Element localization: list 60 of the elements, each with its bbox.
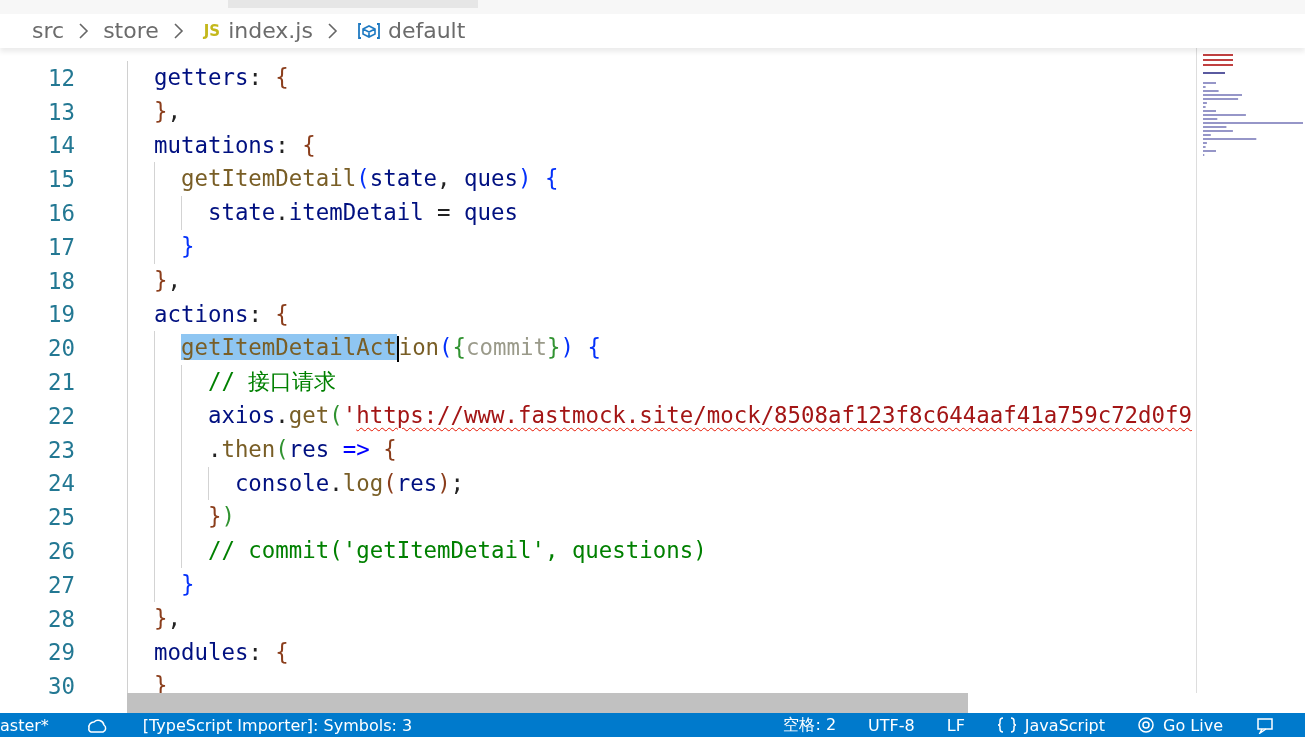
js-file-icon: JS	[203, 22, 221, 40]
broadcast-icon	[1137, 716, 1156, 734]
line-number: 27	[47, 571, 75, 598]
line-number: 17	[47, 233, 75, 260]
breadcrumb-item[interactable]: store	[103, 17, 159, 45]
code-line: }	[127, 230, 195, 264]
feedback-icon	[1255, 716, 1275, 734]
code-line: getItemDetail(state, ques) {	[127, 162, 559, 197]
line-number: 19	[47, 301, 75, 328]
status-item[interactable]: JavaScript	[1024, 715, 1106, 735]
chevron-icon	[326, 22, 338, 40]
line-number: 13	[47, 98, 75, 125]
error-text: https://www.fastmock.site/mock/8508af123f8c644aaf41a759c72d0f9	[356, 401, 1192, 428]
status-item[interactable]: UTF-8	[868, 715, 915, 735]
text-cursor	[396, 335, 399, 362]
code-line: }	[127, 567, 195, 602]
line-number: 23	[47, 436, 75, 463]
breadcrumb-item[interactable]: src	[32, 17, 65, 45]
status-item[interactable]: aster*	[0, 715, 49, 735]
code-line: modules: {	[127, 635, 289, 670]
line-number: 12	[47, 64, 75, 91]
code-line: mutations: {	[127, 128, 316, 163]
line-number: 15	[47, 166, 75, 193]
code-line: getItemDetailAct ion({commit}) {	[127, 331, 601, 366]
line-number: 22	[47, 402, 75, 429]
status-item[interactable]: Go Live	[1163, 715, 1223, 735]
line-number: 16	[47, 200, 75, 227]
code-line: },	[127, 601, 181, 636]
code-line: // commit('getItemDetail', questions)	[127, 534, 707, 568]
breadcrumb-item[interactable]: index.js	[228, 17, 313, 45]
status-item[interactable]: [TypeScript Importer]: Symbols: 3	[142, 715, 413, 735]
code-line: })	[127, 500, 235, 535]
line-number: 20	[47, 335, 75, 362]
line-number: 26	[47, 538, 75, 565]
code-line: },	[127, 263, 181, 298]
code-line: // 接口请求	[127, 365, 337, 399]
line-number: 30	[47, 673, 75, 700]
code-line: actions: {	[127, 297, 289, 332]
chevron-icon	[78, 22, 90, 40]
code-line: console.log(res);	[127, 466, 465, 501]
line-number: 28	[47, 605, 75, 632]
breadcrumb-item[interactable]: default	[387, 17, 466, 45]
line-number: 18	[47, 267, 75, 294]
line-number: 24	[47, 470, 75, 497]
status-item[interactable]: LF	[946, 715, 965, 735]
chevron-icon	[172, 22, 184, 40]
code-line: getters: {	[127, 61, 289, 95]
line-number: 29	[47, 639, 75, 666]
code-line: .then(res => {	[127, 432, 397, 467]
code-line: },	[127, 94, 181, 129]
selected-text: getItemDetailAct	[180, 334, 397, 361]
cube-icon	[357, 22, 380, 40]
scrollbar-thumb[interactable]	[127, 693, 968, 713]
braces-icon	[996, 716, 1017, 734]
status-item[interactable]: 空格: 2	[783, 714, 837, 736]
line-number: 14	[47, 132, 75, 159]
code-line: axios.get('https://www.fastmock.site/mock/8508af123f8c644aaf41a759c72d0f9	[127, 398, 1192, 433]
code-line: state.itemDetail = ques	[127, 196, 518, 230]
line-number: 21	[47, 369, 75, 396]
line-number: 25	[47, 504, 75, 531]
